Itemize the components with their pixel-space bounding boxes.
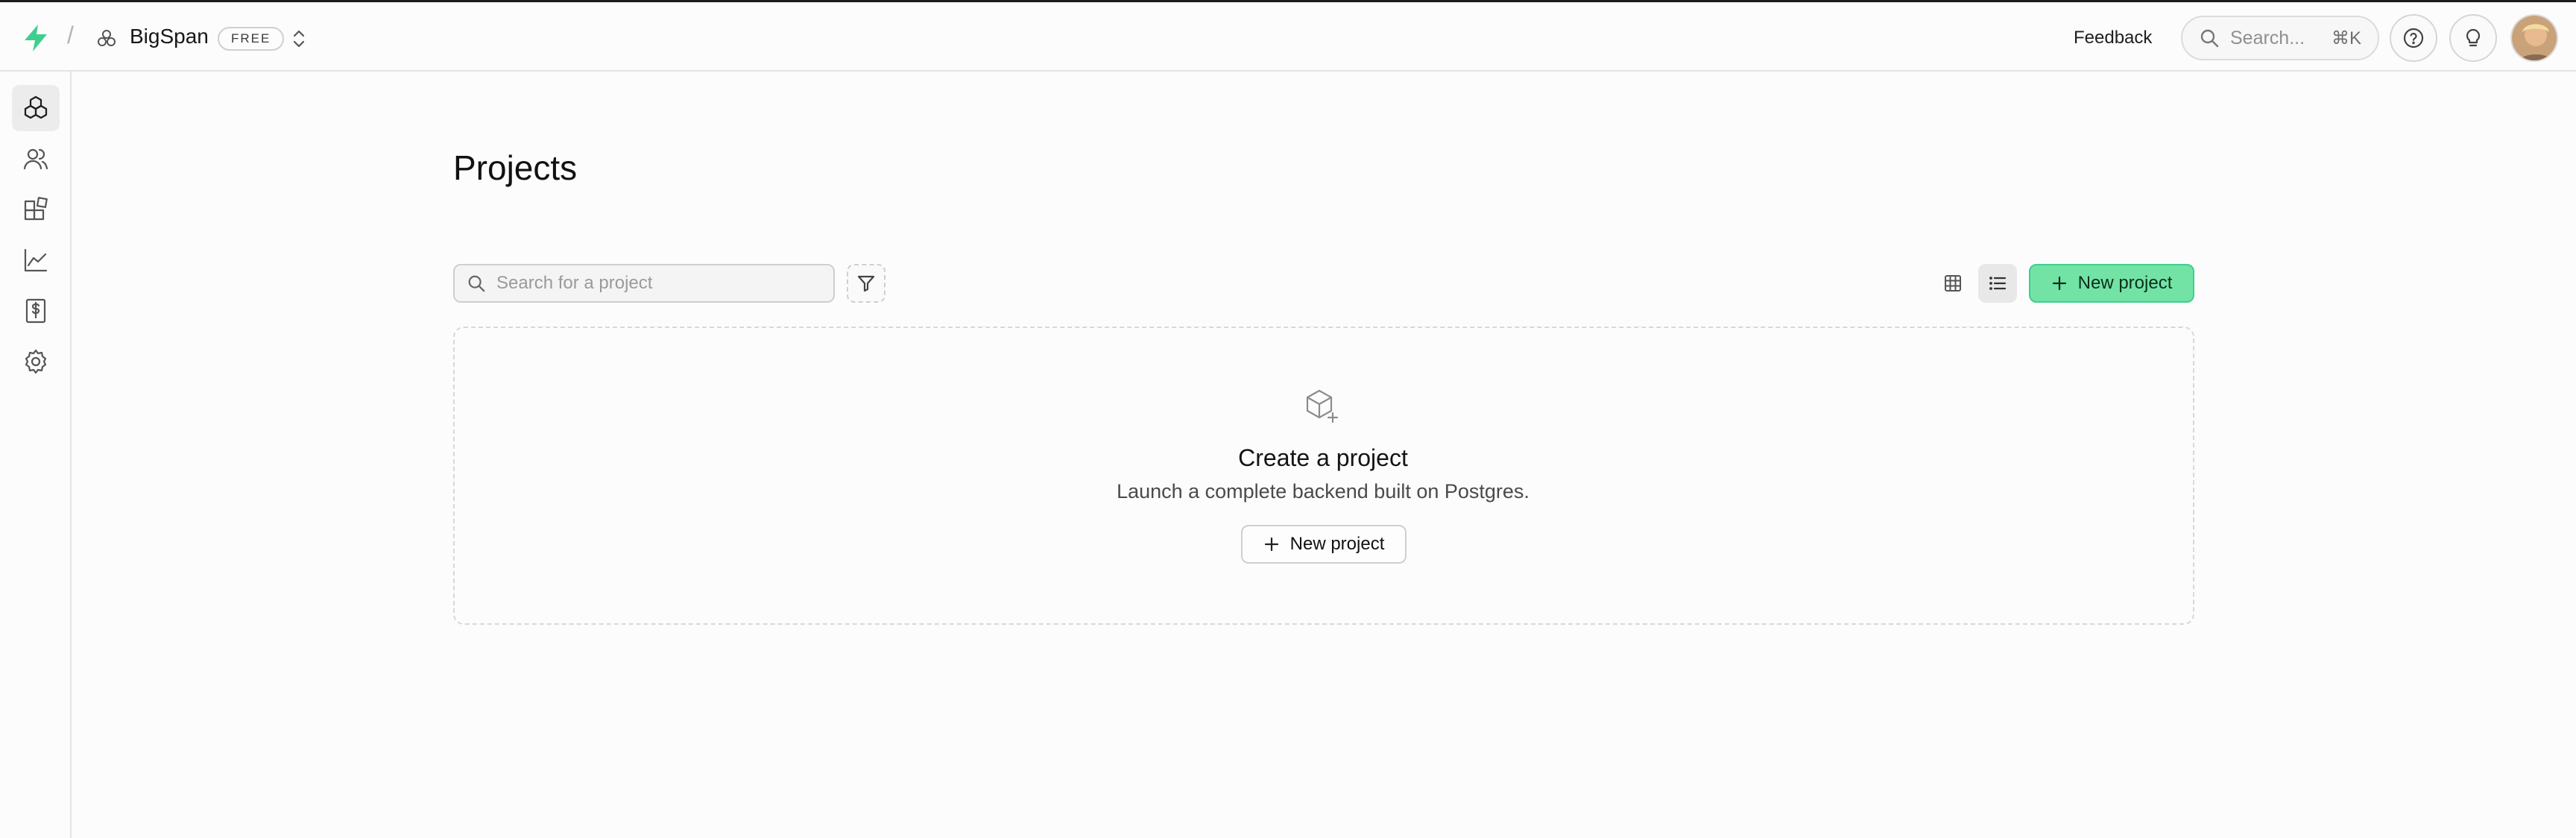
empty-state-title: Create a project bbox=[1238, 444, 1408, 471]
project-search[interactable] bbox=[453, 264, 835, 303]
org-switcher-chevrons-icon[interactable] bbox=[288, 26, 310, 51]
organization-name[interactable]: BigSpan bbox=[130, 25, 209, 48]
empty-state-description: Launch a complete backend built on Postg… bbox=[1117, 480, 1530, 503]
filter-icon bbox=[856, 273, 877, 294]
empty-state-new-project-label: New project bbox=[1289, 534, 1385, 554]
billing-icon bbox=[22, 297, 50, 325]
plus-icon bbox=[1263, 536, 1280, 552]
brand-logo-icon[interactable] bbox=[21, 23, 51, 53]
empty-state-new-project-button[interactable]: New project bbox=[1241, 525, 1407, 564]
projects-icon bbox=[22, 94, 50, 122]
sidebar-item-usage[interactable] bbox=[12, 237, 60, 283]
tips-button[interactable] bbox=[2449, 14, 2497, 62]
plus-icon bbox=[2051, 275, 2068, 292]
breadcrumb-separator: / bbox=[67, 22, 74, 48]
command-search-shortcut: ⌘K bbox=[2331, 28, 2361, 48]
new-project-label: New project bbox=[2077, 273, 2173, 293]
feedback-button[interactable]: Feedback bbox=[2062, 19, 2164, 57]
lightbulb-icon bbox=[2461, 26, 2485, 50]
gear-icon bbox=[22, 347, 50, 376]
filter-button[interactable] bbox=[847, 264, 886, 303]
new-project-button[interactable]: New project bbox=[2029, 264, 2194, 303]
sidebar bbox=[0, 72, 72, 838]
users-icon bbox=[22, 145, 50, 173]
sidebar-item-projects[interactable] bbox=[12, 85, 60, 131]
sidebar-item-settings[interactable] bbox=[12, 338, 60, 385]
sidebar-item-team[interactable] bbox=[12, 136, 60, 182]
search-icon bbox=[2199, 28, 2220, 48]
add-box-icon bbox=[1301, 386, 1343, 428]
search-icon bbox=[467, 274, 486, 293]
usage-chart-icon bbox=[22, 246, 50, 274]
grid-view-toggle[interactable] bbox=[1933, 264, 1972, 303]
project-search-input[interactable] bbox=[496, 273, 821, 294]
command-search-placeholder: Search... bbox=[2230, 27, 2305, 48]
grid-icon bbox=[1943, 274, 1963, 293]
top-bar: / BigSpan FREE Feedback Search... ⌘K bbox=[0, 0, 2576, 72]
empty-state-panel bbox=[453, 327, 2194, 625]
sidebar-item-billing[interactable] bbox=[12, 288, 60, 334]
help-button[interactable] bbox=[2390, 14, 2437, 62]
list-view-toggle[interactable] bbox=[1978, 264, 2017, 303]
plan-badge: FREE bbox=[218, 27, 285, 51]
integrations-icon bbox=[22, 195, 50, 224]
organization-icon bbox=[95, 28, 118, 50]
user-avatar[interactable] bbox=[2510, 14, 2558, 62]
command-search[interactable]: Search... ⌘K bbox=[2181, 16, 2379, 60]
sidebar-item-integrations[interactable] bbox=[12, 186, 60, 233]
list-icon bbox=[1988, 274, 2007, 293]
page-title: Projects bbox=[453, 148, 578, 187]
help-icon bbox=[2402, 26, 2425, 50]
